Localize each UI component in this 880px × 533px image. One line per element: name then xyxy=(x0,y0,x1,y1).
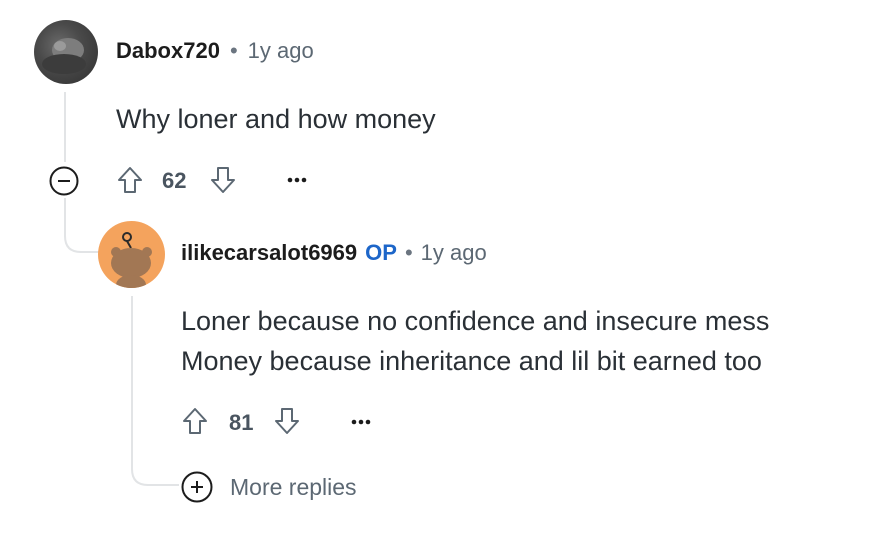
plus-circle-icon xyxy=(181,471,213,503)
more-replies-label: More replies xyxy=(230,473,357,500)
timestamp[interactable]: 1y ago xyxy=(421,240,487,266)
vote-count: 62 xyxy=(162,168,187,193)
avatar[interactable] xyxy=(98,221,165,288)
username[interactable]: Dabox720 xyxy=(116,38,220,64)
snoo-avatar-icon xyxy=(111,232,152,288)
downvote-arrow-icon xyxy=(211,167,235,193)
avatar[interactable] xyxy=(34,20,98,84)
upvote-arrow-icon xyxy=(183,408,207,434)
comment-header: Dabox720 • 1y ago xyxy=(116,38,314,64)
thread-branch-curve-more xyxy=(131,455,179,486)
ellipsis-icon xyxy=(351,419,371,425)
separator-dot: • xyxy=(229,38,238,63)
comment-header: ilikecarsalot6969 OP • 1y ago xyxy=(181,240,487,266)
vote-count: 81 xyxy=(229,410,254,435)
avatar-photo-icon xyxy=(42,38,86,74)
collapse-button[interactable] xyxy=(47,164,81,198)
more-replies-button[interactable]: More replies xyxy=(180,470,357,504)
downvote-arrow-icon xyxy=(275,408,299,434)
timestamp[interactable]: 1y ago xyxy=(248,38,314,64)
overflow-menu-button[interactable] xyxy=(346,410,376,434)
downvote-button[interactable] xyxy=(207,163,239,197)
downvote-button[interactable] xyxy=(271,404,303,438)
thread-line-parent xyxy=(64,92,66,162)
comment-body: Loner because no confidence and insecure… xyxy=(181,301,769,381)
comment-body-line: Why loner and how money xyxy=(116,104,436,134)
username[interactable]: ilikecarsalot6969 xyxy=(181,240,357,266)
comment-body-line: Loner because no confidence and insecure… xyxy=(181,306,770,336)
upvote-button[interactable] xyxy=(114,163,146,197)
separator-dot: • xyxy=(404,240,413,265)
thread-line-reply xyxy=(131,296,133,461)
minus-circle-icon xyxy=(49,166,79,196)
overflow-menu-button[interactable] xyxy=(282,168,312,192)
ellipsis-icon xyxy=(287,177,307,183)
upvote-button[interactable] xyxy=(179,404,211,438)
op-badge: OP xyxy=(365,240,397,265)
comment-body-line: Money because inheritance and lil bit ea… xyxy=(181,346,762,376)
upvote-arrow-icon xyxy=(118,167,142,193)
comment-body: Why loner and how money xyxy=(116,99,436,139)
